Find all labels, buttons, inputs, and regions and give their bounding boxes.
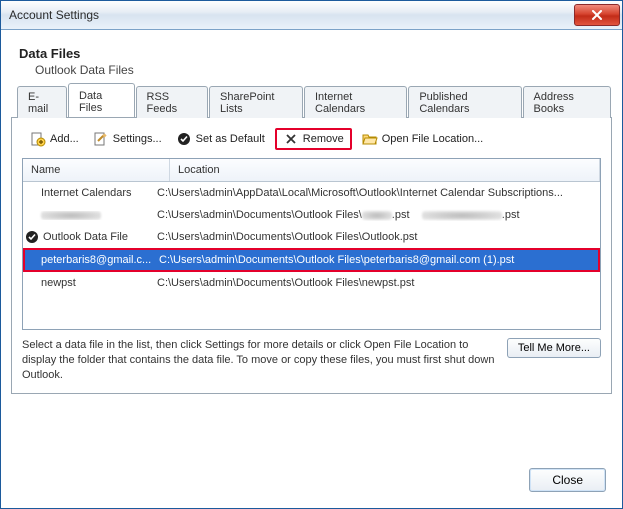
list-row[interactable]: Outlook Data File C:\Users\admin\Documen… bbox=[23, 226, 600, 248]
redacted-loc-2 bbox=[422, 211, 502, 220]
page-heading: Data Files bbox=[19, 46, 612, 61]
add-label: Add... bbox=[50, 133, 79, 145]
list-row-selected[interactable]: peterbaris8@gmail.c... C:\Users\admin\Do… bbox=[23, 248, 600, 272]
add-button[interactable]: Add... bbox=[26, 129, 83, 149]
default-check-icon bbox=[25, 230, 39, 244]
titlebar: Account Settings bbox=[1, 1, 622, 30]
redacted-loc bbox=[362, 211, 392, 220]
redacted-name bbox=[41, 211, 101, 220]
set-default-button[interactable]: Set as Default bbox=[172, 129, 269, 149]
cell-location: C:\Users\admin\Documents\Outlook Files\O… bbox=[153, 231, 600, 243]
column-header-name[interactable]: Name bbox=[23, 159, 170, 181]
open-file-location-button[interactable]: Open File Location... bbox=[358, 129, 488, 149]
list-row[interactable]: newpst C:\Users\admin\Documents\Outlook … bbox=[23, 272, 600, 294]
tab-internet-calendars[interactable]: Internet Calendars bbox=[304, 86, 407, 118]
window-close-button[interactable] bbox=[574, 4, 620, 26]
data-files-list[interactable]: Name Location Internet Calendars C:\User… bbox=[22, 158, 601, 330]
settings-button[interactable]: Settings... bbox=[89, 129, 166, 149]
remove-button[interactable]: Remove bbox=[275, 128, 352, 150]
settings-icon bbox=[93, 131, 109, 147]
cell-name: peterbaris8@gmail.c... bbox=[25, 254, 155, 266]
tab-address-books[interactable]: Address Books bbox=[523, 86, 611, 118]
toolbar: Add... Settings... Set as Default bbox=[22, 126, 601, 158]
tab-data-files[interactable]: Data Files bbox=[68, 83, 135, 117]
list-header: Name Location bbox=[23, 159, 600, 182]
dialog-footer: Close bbox=[11, 394, 612, 498]
cell-location: C:\Users\admin\AppData\Local\Microsoft\O… bbox=[153, 187, 600, 199]
open-file-location-label: Open File Location... bbox=[382, 133, 484, 145]
remove-label: Remove bbox=[303, 133, 344, 145]
cell-name: Outlook Data File bbox=[23, 230, 153, 244]
column-header-location[interactable]: Location bbox=[170, 159, 600, 181]
tab-sharepoint-lists[interactable]: SharePoint Lists bbox=[209, 86, 303, 118]
settings-label: Settings... bbox=[113, 133, 162, 145]
cell-name: Internet Calendars bbox=[23, 187, 153, 199]
account-settings-window: Account Settings Data Files Outlook Data… bbox=[0, 0, 623, 509]
list-row[interactable]: C:\Users\admin\Documents\Outlook Files\.… bbox=[23, 204, 600, 226]
window-title: Account Settings bbox=[9, 8, 574, 22]
cell-location: C:\Users\admin\Documents\Outlook Files\.… bbox=[153, 209, 600, 221]
list-rows: Internet Calendars C:\Users\admin\AppDat… bbox=[23, 182, 600, 294]
tab-published-calendars[interactable]: Published Calendars bbox=[408, 86, 521, 118]
tab-email[interactable]: E-mail bbox=[17, 86, 67, 118]
help-row: Select a data file in the list, then cli… bbox=[22, 338, 601, 383]
cell-name: newpst bbox=[23, 277, 153, 289]
set-default-label: Set as Default bbox=[196, 133, 265, 145]
close-icon bbox=[589, 7, 605, 23]
cell-location: C:\Users\admin\Documents\Outlook Files\n… bbox=[153, 277, 600, 289]
tab-rss-feeds[interactable]: RSS Feeds bbox=[136, 86, 209, 118]
tab-page: Add... Settings... Set as Default bbox=[11, 117, 612, 394]
cell-location: C:\Users\admin\Documents\Outlook Files\p… bbox=[155, 254, 598, 266]
help-text: Select a data file in the list, then cli… bbox=[22, 338, 497, 383]
page-subheading: Outlook Data Files bbox=[35, 63, 612, 77]
cell-name bbox=[23, 211, 153, 220]
tab-strip: E-mail Data Files RSS Feeds SharePoint L… bbox=[11, 93, 612, 117]
dialog-body: Data Files Outlook Data Files E-mail Dat… bbox=[1, 30, 622, 508]
add-file-icon bbox=[30, 131, 46, 147]
folder-open-icon bbox=[362, 131, 378, 147]
remove-icon bbox=[283, 131, 299, 147]
close-button[interactable]: Close bbox=[529, 468, 606, 492]
list-row[interactable]: Internet Calendars C:\Users\admin\AppDat… bbox=[23, 182, 600, 204]
tell-me-more-button[interactable]: Tell Me More... bbox=[507, 338, 601, 358]
check-circle-icon bbox=[176, 131, 192, 147]
